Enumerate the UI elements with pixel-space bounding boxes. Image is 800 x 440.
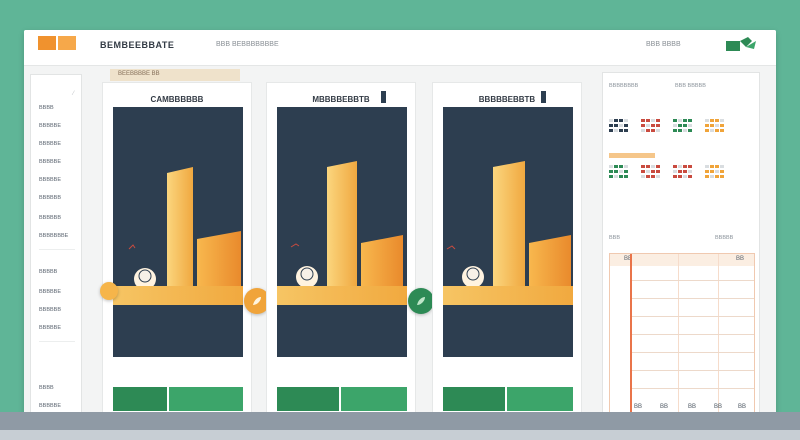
egg-icon[interactable] <box>100 282 118 300</box>
table-footer-cell: BB <box>738 404 747 410</box>
data-table: BB BB BB BB BB BB BB <box>609 253 755 415</box>
chart-panel: MBBBBEBBTB <box>266 82 416 424</box>
sidebar-item[interactable]: BBBBBE <box>39 403 61 409</box>
right-panel-header: BBB BBBBB <box>675 83 706 89</box>
sidebar-item[interactable]: BBBB <box>39 385 54 391</box>
mini-chart-icon[interactable] <box>673 119 695 135</box>
level-base <box>443 286 573 305</box>
sidebar-item[interactable]: BBBBB <box>39 269 57 275</box>
table-footer-cell: BB <box>688 404 697 410</box>
table-footer-cell: BB <box>714 404 723 410</box>
panel-footer-block <box>443 305 573 357</box>
logo-icon <box>58 36 76 50</box>
sidebar-item[interactable]: BBBBBE <box>39 177 61 183</box>
table-caption: BBB <box>609 235 621 241</box>
right-panel: BBBBBBBB BBB BBBBB BBB BBBBB BB BB BB BB <box>602 72 760 424</box>
table-caption: BBBBB <box>715 235 734 241</box>
mini-chart-icon[interactable] <box>609 165 631 181</box>
pin-icon <box>541 91 546 103</box>
table-footer-cell: BB <box>634 404 643 410</box>
panel-title: BBBBBEBBTB <box>478 95 536 104</box>
chart-panel: BBBBBEBBTB <box>432 82 582 424</box>
sidebar-item[interactable]: BBBBBB <box>39 307 61 313</box>
taskbar-edge <box>0 430 800 440</box>
panel-action-bar[interactable] <box>507 387 573 411</box>
panel-action-bar[interactable] <box>277 387 339 411</box>
panel-footer-block <box>277 305 407 357</box>
level-bar <box>167 167 193 303</box>
sidebar-item[interactable]: BBBBBE <box>39 141 61 147</box>
table-header-cell: BB <box>736 256 745 262</box>
sidebar-item[interactable]: BBBBBB <box>39 195 61 201</box>
leaf-icon[interactable] <box>408 288 434 314</box>
logo-icon <box>38 36 56 50</box>
mini-chart-icon[interactable] <box>609 119 631 135</box>
sidebar-item[interactable]: BBBBBB <box>39 215 61 221</box>
panel-title: MBBBBEBBTB <box>312 95 370 104</box>
mini-chart-icon[interactable] <box>705 119 727 135</box>
folder-icon[interactable] <box>726 37 758 53</box>
mini-chart-icon[interactable] <box>641 165 663 181</box>
sidebar-item[interactable]: BBBB <box>39 105 54 111</box>
highlight-bar <box>609 153 655 158</box>
level-graphic <box>446 161 571 303</box>
sidebar-item[interactable]: BBBBBE <box>39 325 61 331</box>
divider <box>39 249 75 250</box>
chart-panel: CAMBBBBBB <box>102 82 252 424</box>
sidebar-item[interactable]: BBBBBBBE <box>39 233 68 239</box>
top-bar: BEMBEEBBATE BBB BEBBBBBBBE BBB BBBB <box>24 30 776 66</box>
panel-action-bar[interactable] <box>341 387 407 411</box>
sidebar-item[interactable]: BBBBBE <box>39 159 61 165</box>
sidebar: BBBB ⁄ BBBBBE BBBBBE BBBBBE BBBBBE BBBBB… <box>30 74 82 424</box>
table-footer-cell: BB <box>660 404 669 410</box>
menu-text[interactable]: BBB BEBBBBBBBE <box>216 41 279 48</box>
chevron-icon: ⁄ <box>73 91 75 97</box>
toolbar-text[interactable]: BBB BBBB <box>646 41 681 48</box>
right-panel-header: BBBBBBBB <box>609 83 639 89</box>
panel-action-bar[interactable] <box>443 387 505 411</box>
pin-icon <box>381 91 386 103</box>
app-title: BEMBEEBBATE <box>100 40 175 50</box>
level-graphic <box>128 167 241 303</box>
panel-action-bar[interactable] <box>169 387 243 411</box>
level-bar <box>493 161 525 303</box>
app-window: BEMBEEBBATE BBB BEBBBBBBBE BBB BBBB BBBB… <box>24 30 776 430</box>
panel-action-bar[interactable] <box>113 387 167 411</box>
mini-chart-icon[interactable] <box>641 119 663 135</box>
sidebar-item[interactable]: BBBBBE <box>39 289 61 295</box>
level-base <box>113 286 243 305</box>
panel-title: CAMBBBBBB <box>150 95 204 104</box>
divider <box>39 341 75 342</box>
sidebar-item[interactable]: BBBBBE <box>39 123 61 129</box>
panel-footer-block <box>113 305 243 357</box>
level-base <box>277 286 407 305</box>
mini-chart-icon[interactable] <box>705 165 727 181</box>
level-graphic <box>290 161 403 303</box>
level-bar <box>327 161 357 303</box>
tab-strip[interactable]: BEEBBBBE BB <box>110 69 240 81</box>
mini-chart-icon[interactable] <box>673 165 695 181</box>
